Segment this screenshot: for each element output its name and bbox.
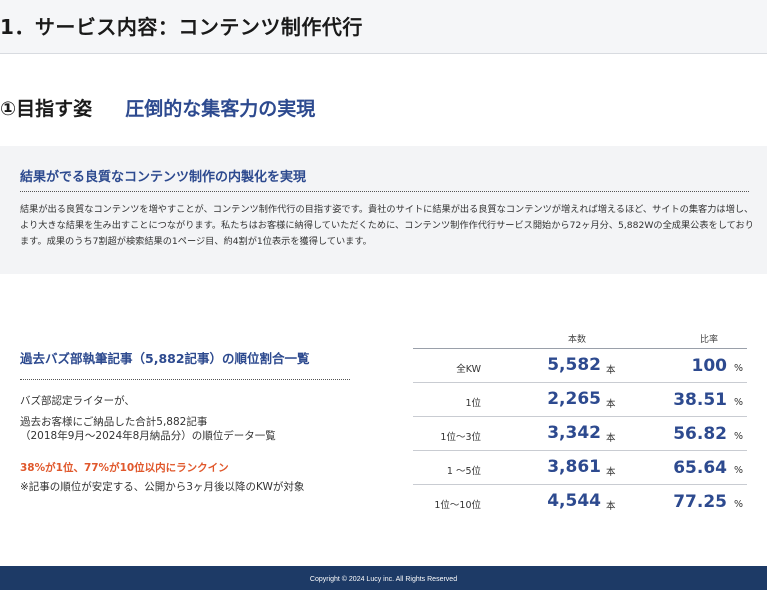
goal-headline: 圧倒的な集客力の実現 — [125, 98, 316, 120]
row-ratio: 77.25 — [673, 492, 727, 512]
ranking-highlight: 38%が1位、77%が10位以内にランクイン — [20, 462, 229, 474]
ranking-table: 本数 比率 全KW 5,582 本 100 % 1位 2,265 本 38.51… — [413, 329, 747, 519]
column-header-ratio: 比率 — [700, 335, 719, 345]
ratio-unit: % — [734, 431, 744, 442]
ranking-heading: 過去バズ部執筆記事（5,882記事）の順位割合一覧 — [20, 351, 310, 366]
row-rank: 1 〜5位 — [446, 466, 481, 477]
ratio-unit: % — [734, 397, 744, 408]
ratio-unit: % — [734, 363, 744, 374]
ranking-desc-line2: 過去お客様にご納品した合計5,882記事 — [20, 416, 208, 428]
row-count: 5,582 — [547, 355, 601, 375]
table-row: 1位 2,265 本 38.51 % — [413, 383, 747, 417]
row-count: 3,342 — [547, 423, 601, 443]
row-count: 4,544 — [547, 491, 601, 511]
row-rank: 全KW — [456, 364, 481, 375]
row-count: 2,265 — [547, 389, 601, 409]
ranking-desc-line1: バズ部認定ライターが、 — [20, 395, 135, 407]
count-unit: 本 — [606, 467, 616, 478]
table-row: 全KW 5,582 本 100 % — [413, 349, 747, 383]
row-ratio: 65.64 — [673, 458, 727, 478]
table-row: 1位〜3位 3,342 本 56.82 % — [413, 417, 747, 451]
count-unit: 本 — [606, 399, 616, 410]
ratio-unit: % — [734, 499, 744, 510]
count-unit: 本 — [606, 433, 616, 444]
row-ratio: 38.51 — [673, 390, 727, 410]
row-rank: 1位〜10位 — [434, 500, 481, 511]
summary-panel: 結果がでる良質なコンテンツ制作の内製化を実現 結果が出る良質なコンテンツを増やす… — [0, 146, 767, 274]
ranking-note: ※記事の順位が安定する、公開から3ヶ月後以降のKWが対象 — [20, 481, 305, 493]
row-rank: 1位 — [465, 398, 481, 409]
goal-section: ①目指す姿 圧倒的な集客力の実現 — [0, 94, 315, 121]
row-rank: 1位〜3位 — [440, 432, 481, 443]
copyright-text: Copyright © 2024 Lucy inc. All Rights Re… — [309, 576, 458, 583]
row-ratio: 56.82 — [673, 424, 727, 444]
table-row: 1位〜10位 4,544 本 77.25 % — [413, 485, 747, 519]
goal-label: ①目指す姿 — [0, 98, 93, 120]
page-title: 1．サービス内容：コンテンツ制作代行 — [0, 15, 363, 39]
ranking-desc-line3: （2018年9月〜2024年8月納品分）の順位データ一覧 — [20, 430, 276, 442]
page-footer: Copyright © 2024 Lucy inc. All Rights Re… — [0, 566, 767, 590]
column-header-count: 本数 — [568, 335, 587, 345]
count-unit: 本 — [606, 365, 616, 376]
summary-divider — [20, 191, 749, 192]
summary-body: 結果が出る良質なコンテンツを増やすことが、コンテンツ制作代行の目指す姿です。貴社… — [20, 204, 754, 247]
row-count: 3,861 — [547, 457, 601, 477]
ratio-unit: % — [734, 465, 744, 476]
row-ratio: 100 — [691, 356, 728, 376]
ranking-table-header: 本数 比率 — [413, 329, 747, 349]
summary-heading: 結果がでる良質なコンテンツ制作の内製化を実現 — [20, 170, 307, 185]
ranking-divider — [20, 379, 350, 380]
count-unit: 本 — [606, 501, 616, 512]
table-row: 1 〜5位 3,861 本 65.64 % — [413, 451, 747, 485]
page-header: 1．サービス内容：コンテンツ制作代行 — [0, 0, 767, 54]
